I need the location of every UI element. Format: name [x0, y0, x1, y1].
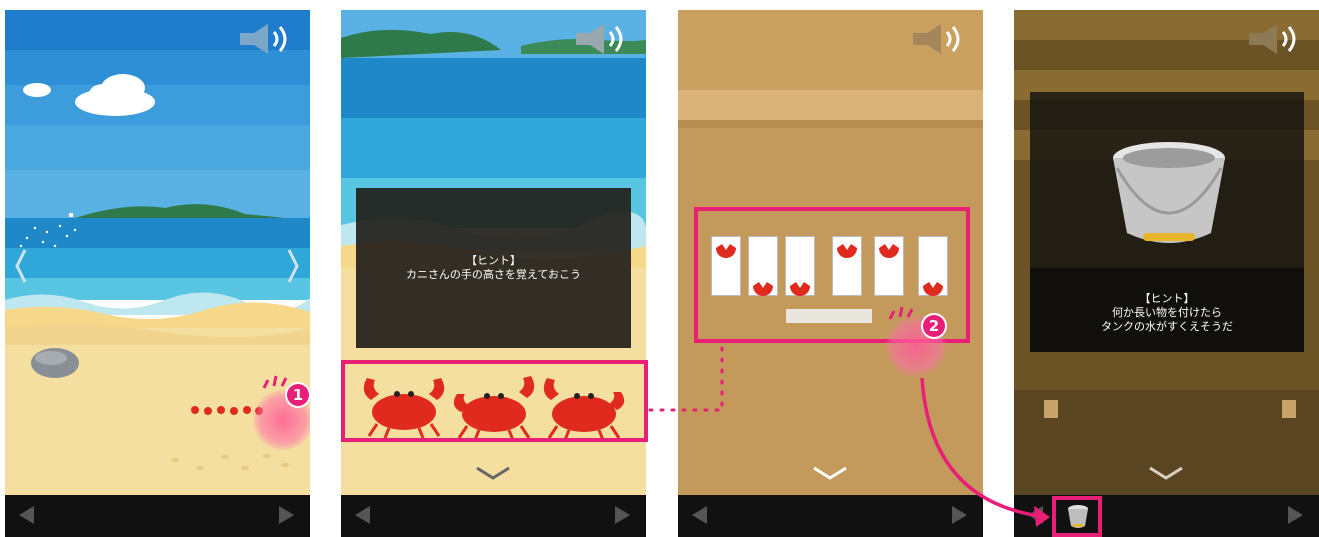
nav-right-arrow-icon[interactable]: [615, 506, 630, 524]
bottom-nav-bar: [341, 495, 646, 537]
nav-left-arrow-icon[interactable]: [1028, 506, 1043, 524]
highlight-inventory-slot: [1052, 496, 1102, 537]
nav-left-arrow-icon[interactable]: [355, 506, 370, 524]
speaker-icon[interactable]: [1247, 22, 1305, 56]
screen-card-puzzle: 2: [678, 10, 983, 537]
nav-left-arrow-icon[interactable]: [19, 506, 34, 524]
hint-title: 【ヒント】: [466, 254, 521, 267]
step-badge-2: 2: [923, 315, 945, 337]
hint-dialog[interactable]: 【ヒント】 何か長い物を付けたら タンクの水がすくえそうだ: [1030, 268, 1304, 352]
speaker-icon[interactable]: [574, 22, 632, 56]
screen-beach: 1: [5, 10, 310, 537]
nav-right-arrow-icon[interactable]: [952, 506, 967, 524]
nav-right-arrow-icon[interactable]: [279, 506, 294, 524]
hint-line-2: タンクの水がすくえそうだ: [1101, 320, 1233, 333]
hint-dialog[interactable]: 【ヒント】 カニさんの手の高さを覚えておこう: [356, 188, 631, 348]
tap-marks: [888, 306, 914, 320]
bottom-nav-bar: [678, 495, 983, 537]
bottom-nav-bar: [5, 495, 310, 537]
down-chevron-icon[interactable]: [810, 462, 850, 484]
bucket-image: [1113, 142, 1225, 243]
screen-bucket-hint: 【ヒント】 何か長い物を付けたら タンクの水がすくえそうだ: [1014, 10, 1319, 537]
speaker-icon[interactable]: [911, 22, 969, 56]
nav-left-arrow-icon[interactable]: [692, 506, 707, 524]
hint-line-1: 何か長い物を付けたら: [1112, 306, 1222, 319]
tap-marks: [262, 375, 288, 389]
highlight-crab-row: [341, 360, 648, 442]
down-chevron-icon[interactable]: [1146, 462, 1186, 484]
screen-beach-hint: 【ヒント】 カニさんの手の高さを覚えておこう: [341, 10, 646, 537]
hint-title: 【ヒント】: [1139, 292, 1195, 305]
nav-right-arrow-icon[interactable]: [1288, 506, 1303, 524]
speaker-icon[interactable]: [238, 22, 296, 56]
step-badge-1: 1: [287, 384, 309, 406]
hint-text: カニさんの手の高さを覚えておこう: [405, 268, 582, 281]
down-chevron-icon[interactable]: [473, 462, 513, 484]
